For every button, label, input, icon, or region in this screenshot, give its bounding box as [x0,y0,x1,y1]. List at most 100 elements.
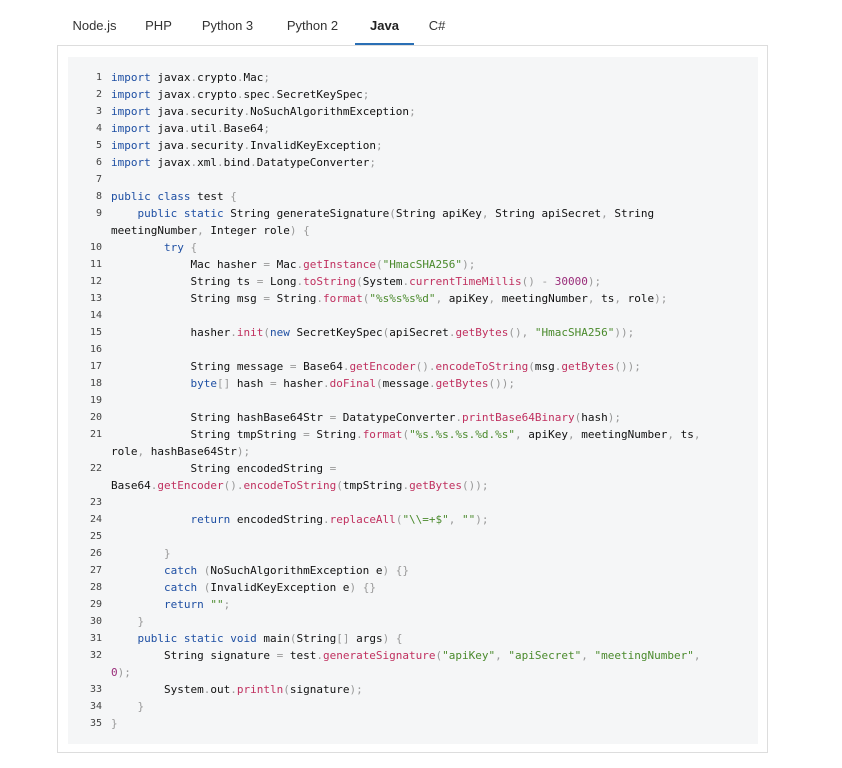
code-line: 24 return encodedString.replaceAll("\\=+… [68,511,758,528]
line-number: 23 [89,497,102,508]
code-line: 21 String tmpString = String.format("%s.… [68,426,758,460]
line-number: 31 [89,633,102,644]
line-number: 27 [89,565,102,576]
code-line: 25 [68,528,758,545]
line-number: 10 [89,242,102,253]
code-line: 30 } [68,613,758,630]
code-line: 14 [68,307,758,324]
line-number: 3 [95,106,102,117]
code-text: catch (NoSuchAlgorithmException e) {} [163,564,410,577]
code-line: 13 String msg = String.format("%s%s%s%d"… [68,290,758,307]
code-line: 1 import javax.crypto.Mac; [68,69,758,86]
code-text: String signature = test.generateSignatur… [111,649,701,679]
code-line: 32 String signature = test.generateSigna… [68,647,758,681]
code-line: 4 import java.util.Base64; [68,120,758,137]
code-line: 8 public class test { [68,188,758,205]
code-line: 5 import java.security.InvalidKeyExceptio… [68,137,758,154]
tab-python-3[interactable]: Python 3 [185,7,270,45]
line-number: 11 [89,259,102,270]
tab-java[interactable]: Java [355,7,414,45]
code-text: return ""; [163,598,231,611]
code-panel: 1 import javax.crypto.Mac; 2 import javax.c… [57,45,768,753]
line-number: 35 [89,718,102,729]
code-text: import javax.xml.bind.DatatypeConverter; [111,156,376,169]
code-text: String msg = String.format("%s%s%s%d", a… [111,292,668,305]
line-number: 33 [89,684,102,695]
tab-node-js[interactable]: Node.js [57,7,132,45]
line-number: 34 [89,701,102,712]
line-number: 14 [89,310,102,321]
code-text: } [137,615,145,628]
code-text: hasher.init(new SecretKeySpec(apiSecret.… [111,326,635,339]
code-text: Mac hasher = Mac.getInstance("HmacSHA256… [111,258,476,271]
code-line: 11 Mac hasher = Mac.getInstance("HmacSHA… [68,256,758,273]
line-number: 18 [89,378,102,389]
code-line: 7 [68,171,758,188]
code-text: return encodedString.replaceAll("\\=+$",… [190,513,489,526]
line-number: 7 [95,174,102,185]
code-text: import java.security.NoSuchAlgorithmExce… [111,105,416,118]
line-number: 16 [89,344,102,355]
tab-php[interactable]: PHP [132,7,185,45]
code-line: 27 catch (NoSuchAlgorithmException e) {} [68,562,758,579]
tab-c[interactable]: C# [414,7,460,45]
code-line: 26 } [68,545,758,562]
code-text: String message = Base64.getEncoder().enc… [111,360,641,373]
code-text: catch (InvalidKeyException e) {} [163,581,376,594]
line-number: 30 [89,616,102,627]
code-line: 2 import javax.crypto.spec.SecretKeySpec; [68,86,758,103]
line-number: 32 [89,650,102,661]
code-line: 34 } [68,698,758,715]
line-number: 26 [89,548,102,559]
line-number: 15 [89,327,102,338]
code-text: import java.security.InvalidKeyException… [111,139,383,152]
code-text: String ts = Long.toString(System.current… [111,275,602,288]
language-tabs: Node.js PHP Python 3 Python 2 Java C# [57,7,460,45]
code-text: System.out.println(signature); [111,683,363,696]
code-text: try { [163,241,198,254]
code-text: public static String generateSignature(S… [111,207,661,237]
code-line: 31 public static void main(String[] args… [68,630,758,647]
line-number: 22 [89,463,102,474]
code-text: import javax.crypto.spec.SecretKeySpec; [111,88,370,101]
code-line: 15 hasher.init(new SecretKeySpec(apiSecr… [68,324,758,341]
code-line: 28 catch (InvalidKeyException e) {} [68,579,758,596]
code-text: byte[] hash = hasher.doFinal(message.get… [190,377,516,390]
line-number: 24 [89,514,102,525]
line-number: 25 [89,531,102,542]
code-line: 3 import java.security.NoSuchAlgorithmExc… [68,103,758,120]
code-line: 29 return ""; [68,596,758,613]
code-line: 20 String hashBase64Str = DatatypeConver… [68,409,758,426]
line-number: 17 [89,361,102,372]
line-number: 9 [95,208,102,219]
line-number: 20 [89,412,102,423]
tab-python-2[interactable]: Python 2 [270,7,355,45]
code-text: } [163,547,171,560]
code-line: 17 String message = Base64.getEncoder().… [68,358,758,375]
code-line: 12 String ts = Long.toString(System.curr… [68,273,758,290]
line-number: 8 [95,191,102,202]
code-line: 33 System.out.println(signature); [68,681,758,698]
line-number: 13 [89,293,102,304]
code-line: 18 byte[] hash = hasher.doFinal(message.… [68,375,758,392]
line-number: 28 [89,582,102,593]
code-text: } [111,717,118,730]
code-line: 22 String encodedString = Base64.getEnco… [68,460,758,494]
code-text: import java.util.Base64; [111,122,270,135]
code-text: String hashBase64Str = DatatypeConverter… [111,411,621,424]
line-number: 4 [95,123,102,134]
line-number: 21 [89,429,102,440]
code-text: } [137,700,145,713]
code-line: 16 [68,341,758,358]
code-line: 9 public static String generateSignature… [68,205,758,239]
line-number: 29 [89,599,102,610]
line-number: 19 [89,395,102,406]
line-number: 5 [95,140,102,151]
code-line: 19 [68,392,758,409]
code-line: 23 [68,494,758,511]
